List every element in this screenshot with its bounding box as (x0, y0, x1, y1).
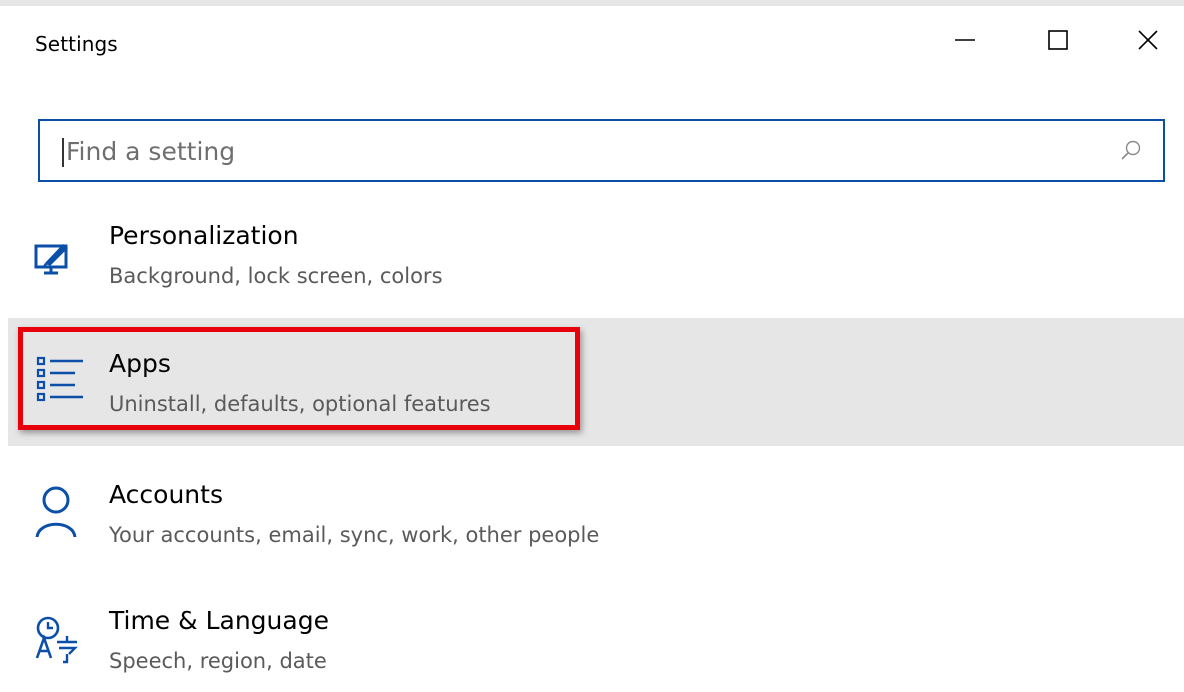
person-icon (35, 486, 77, 538)
maximize-button[interactable] (1030, 14, 1086, 66)
search-input[interactable]: Find a setting (38, 119, 1165, 182)
minimize-button[interactable] (937, 14, 993, 66)
search-icon[interactable] (1119, 139, 1143, 163)
close-button[interactable] (1120, 14, 1176, 66)
settings-item-label: Accounts (109, 480, 223, 509)
personalization-icon (34, 244, 68, 275)
settings-item-personalization[interactable]: Personalization Background, lock screen,… (8, 201, 1184, 316)
highlight-box (18, 327, 580, 430)
settings-item-description: Your accounts, email, sync, work, other … (109, 523, 600, 547)
settings-item-label: Time & Language (109, 606, 329, 635)
settings-item-description: Speech, region, date (109, 649, 327, 673)
search-placeholder: Find a setting (66, 137, 236, 166)
text-caret (62, 138, 64, 167)
settings-item-label: Personalization (109, 221, 299, 250)
maximize-icon (1048, 30, 1068, 50)
settings-item-time-language[interactable]: Time & Language Speech, region, date (8, 590, 1184, 692)
time-language-icon (35, 616, 78, 664)
minimize-icon (955, 39, 975, 41)
settings-window: Settings Find a setting Personalization … (0, 0, 1184, 686)
settings-item-accounts[interactable]: Accounts Your accounts, email, sync, wor… (8, 462, 1184, 575)
close-icon (1138, 30, 1158, 50)
window-title: Settings (35, 32, 118, 56)
settings-item-description: Background, lock screen, colors (109, 264, 443, 288)
